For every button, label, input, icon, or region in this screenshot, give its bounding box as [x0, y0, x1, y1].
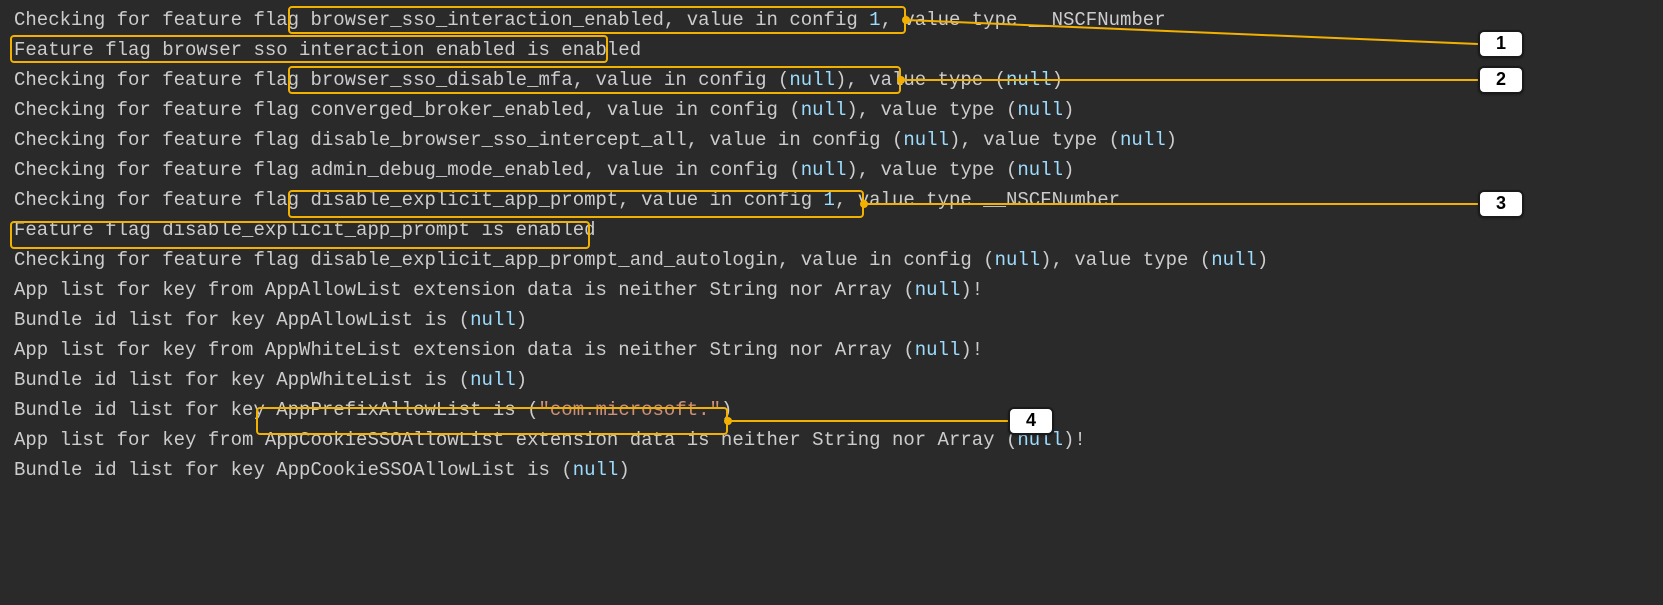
text: ) [1166, 129, 1177, 151]
text: Checking for feature flag [14, 69, 310, 91]
highlighted-text: browser_sso_interaction_enabled, value i… [310, 9, 869, 31]
text: ) [516, 369, 527, 391]
null-value: null [903, 129, 949, 151]
text: Checking for feature flag [14, 189, 310, 211]
highlighted-text: AppPrefixAllowList is ( [276, 399, 538, 421]
text: Checking for feature flag [14, 9, 310, 31]
log-line: Bundle id list for key AppCookieSSOAllow… [14, 456, 1649, 486]
highlighted-text: Feature flag disable_explicit_app_prompt… [14, 219, 596, 241]
text: ), value type ( [1040, 249, 1211, 271]
text: , value type __NSCFNumber [835, 189, 1120, 211]
text: App list for key from AppCookieSSOAllowL… [14, 429, 1017, 451]
text: )! [1063, 429, 1086, 451]
text: Checking for feature flag disable_browse… [14, 129, 903, 151]
log-output: Checking for feature flag browser_sso_in… [0, 0, 1663, 492]
number: 1 [869, 9, 880, 31]
highlighted-text: Feature flag browser sso interaction ena… [14, 39, 641, 61]
text: Bundle id list for key [14, 399, 276, 421]
text: Bundle id list for key AppCookieSSOAllow… [14, 459, 573, 481]
null-value: null [1120, 129, 1166, 151]
text: )! [960, 279, 983, 301]
null-value: null [801, 159, 847, 181]
null-value: null [1006, 69, 1052, 91]
log-line: Checking for feature flag disable_browse… [14, 126, 1649, 156]
null-value: null [1211, 249, 1257, 271]
text: App list for key from AppWhiteList exten… [14, 339, 915, 361]
text: ) [516, 309, 527, 331]
null-value: null [573, 459, 619, 481]
log-line: Feature flag disable_explicit_app_prompt… [14, 216, 1649, 246]
string-value: "com.microsoft." [539, 399, 721, 421]
text: ), value type ( [846, 159, 1017, 181]
null-value: null [801, 99, 847, 121]
log-line: App list for key from AppAllowList exten… [14, 276, 1649, 306]
null-value: null [995, 249, 1041, 271]
log-line: Checking for feature flag converged_brok… [14, 96, 1649, 126]
text: ), value type ( [846, 99, 1017, 121]
text: Bundle id list for key AppWhiteList is ( [14, 369, 470, 391]
null-value: null [470, 369, 516, 391]
text: , value type __NSCFNumber [881, 9, 1166, 31]
log-line: Bundle id list for key AppWhiteList is (… [14, 366, 1649, 396]
null-value: null [470, 309, 516, 331]
highlighted-text: ) [721, 399, 732, 421]
text: App list for key from AppAllowList exten… [14, 279, 915, 301]
highlighted-text: browser_sso_disable_mfa, value in config… [310, 69, 789, 91]
log-line: Checking for feature flag disable_explic… [14, 246, 1649, 276]
highlighted-text: disable_explicit_app_prompt, value in co… [310, 189, 823, 211]
text: ) [1257, 249, 1268, 271]
log-line: App list for key from AppWhiteList exten… [14, 336, 1649, 366]
highlighted-text: ) [835, 69, 846, 91]
text: Checking for feature flag converged_brok… [14, 99, 801, 121]
text: ) [1052, 69, 1063, 91]
text: ), value type ( [949, 129, 1120, 151]
null-value: null [789, 69, 835, 91]
log-line: Bundle id list for key AppAllowList is (… [14, 306, 1649, 336]
null-value: null [1017, 159, 1063, 181]
log-line: Checking for feature flag browser_sso_di… [14, 66, 1649, 96]
null-value: null [915, 339, 961, 361]
log-line: Checking for feature flag browser_sso_in… [14, 6, 1649, 36]
text: ) [1063, 99, 1074, 121]
number: 1 [824, 189, 835, 211]
log-line: App list for key from AppCookieSSOAllowL… [14, 426, 1649, 456]
null-value: null [1017, 429, 1063, 451]
text: ) [618, 459, 629, 481]
null-value: null [915, 279, 961, 301]
text: ) [1063, 159, 1074, 181]
log-line: Bundle id list for key AppPrefixAllowLis… [14, 396, 1649, 426]
text: )! [960, 339, 983, 361]
text: , value type ( [846, 69, 1006, 91]
text: Checking for feature flag disable_explic… [14, 249, 995, 271]
text: Checking for feature flag admin_debug_mo… [14, 159, 801, 181]
log-line: Checking for feature flag disable_explic… [14, 186, 1649, 216]
log-line: Checking for feature flag admin_debug_mo… [14, 156, 1649, 186]
text: Bundle id list for key AppAllowList is ( [14, 309, 470, 331]
log-line: Feature flag browser sso interaction ena… [14, 36, 1649, 66]
null-value: null [1017, 99, 1063, 121]
